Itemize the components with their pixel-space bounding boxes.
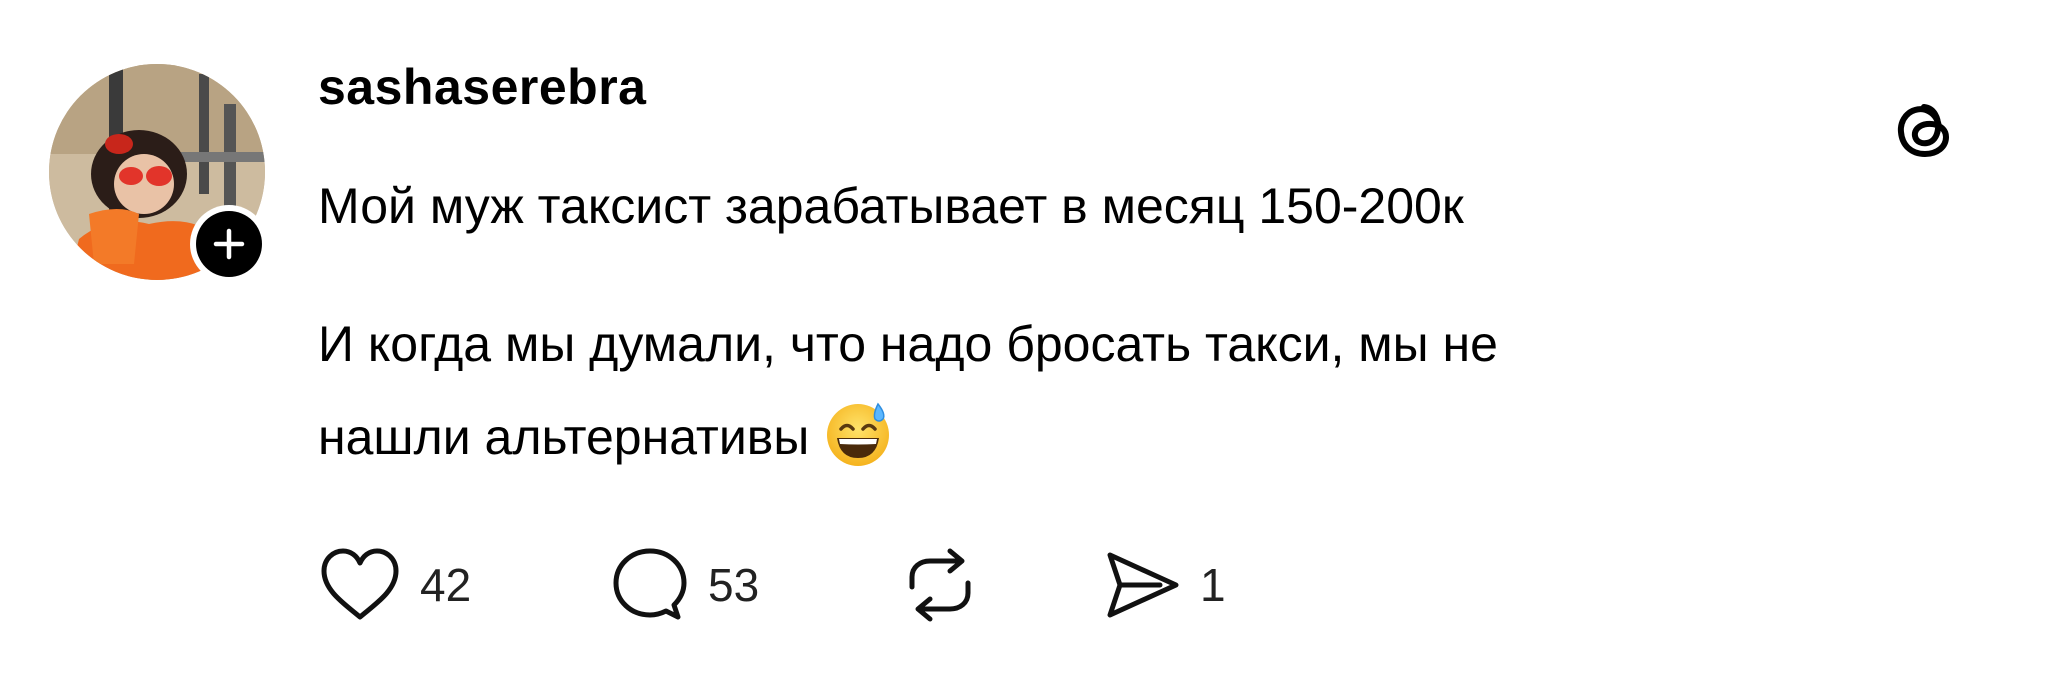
- heart-icon: [321, 548, 399, 620]
- reply-count: 53: [708, 559, 760, 611]
- reply-button[interactable]: 53: [608, 540, 759, 630]
- repost-button[interactable]: [898, 540, 982, 630]
- post-text-line-2: И когда мы думали, что надо бросать такс…: [318, 316, 1498, 372]
- post-username[interactable]: sashaserebra: [318, 58, 646, 116]
- post-text-line-1: Мой муж таксист зарабатывает в месяц 150…: [318, 178, 1464, 234]
- author-avatar-group: [49, 64, 268, 283]
- plus-icon: [213, 228, 245, 260]
- post-text-line-3: нашли альтернативы: [318, 402, 893, 476]
- follow-button[interactable]: [190, 205, 268, 283]
- repost-icon: [909, 548, 971, 622]
- grinning-face-with-sweat-icon: [823, 398, 893, 468]
- like-button[interactable]: 42: [316, 540, 471, 630]
- post-text-line-3-text: нашли альтернативы: [318, 409, 810, 466]
- threads-logo-icon: [1891, 96, 1959, 164]
- comment-bubble-icon: [613, 548, 687, 620]
- like-count: 42: [420, 559, 472, 611]
- share-count: 1: [1200, 559, 1226, 611]
- send-icon: [1107, 552, 1179, 618]
- share-button[interactable]: 1: [1100, 540, 1226, 630]
